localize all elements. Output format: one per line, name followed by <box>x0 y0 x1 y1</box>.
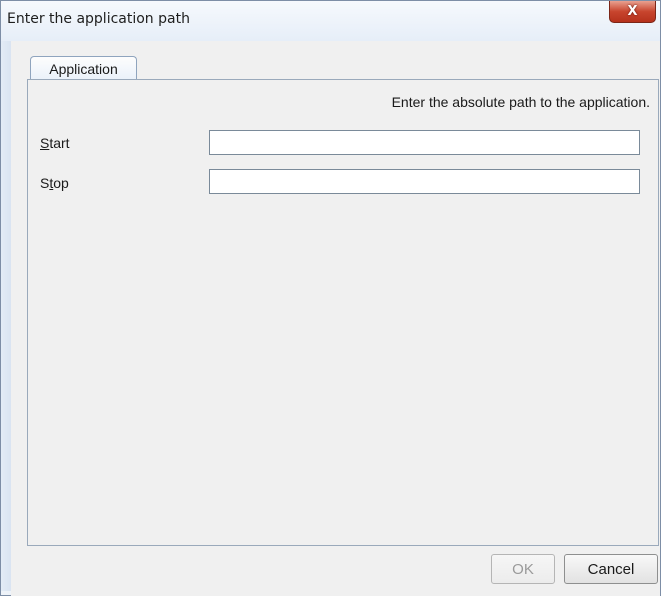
ok-button-label: OK <box>512 560 534 578</box>
window-title: Enter the application path <box>7 11 190 27</box>
cancel-button[interactable]: Cancel <box>564 554 658 584</box>
close-button[interactable]: X <box>609 1 656 23</box>
instruction-text: Enter the absolute path to the applicati… <box>391 94 650 110</box>
stop-label: Stop <box>40 175 69 191</box>
start-path-input[interactable] <box>209 130 640 155</box>
title-bar[interactable]: Enter the application path X <box>1 1 660 41</box>
window-left-border <box>1 41 11 591</box>
start-label: Start <box>40 135 70 151</box>
stop-label-prefix: S <box>40 175 50 191</box>
tab-application[interactable]: Application <box>30 56 137 80</box>
stop-label-rest: op <box>53 175 69 191</box>
start-label-mnemonic: S <box>40 135 50 151</box>
close-icon: X <box>627 4 638 19</box>
ok-button[interactable]: OK <box>491 554 555 584</box>
tab-panel-application: Enter the absolute path to the applicati… <box>27 79 659 546</box>
cancel-button-label: Cancel <box>587 560 635 578</box>
stop-path-input[interactable] <box>209 169 640 194</box>
tab-label: Application <box>49 60 118 77</box>
dialog-client-area: Application Enter the absolute path to t… <box>11 41 660 596</box>
start-label-rest: tart <box>49 135 70 151</box>
dialog-window: Enter the application path X Application… <box>0 0 661 596</box>
